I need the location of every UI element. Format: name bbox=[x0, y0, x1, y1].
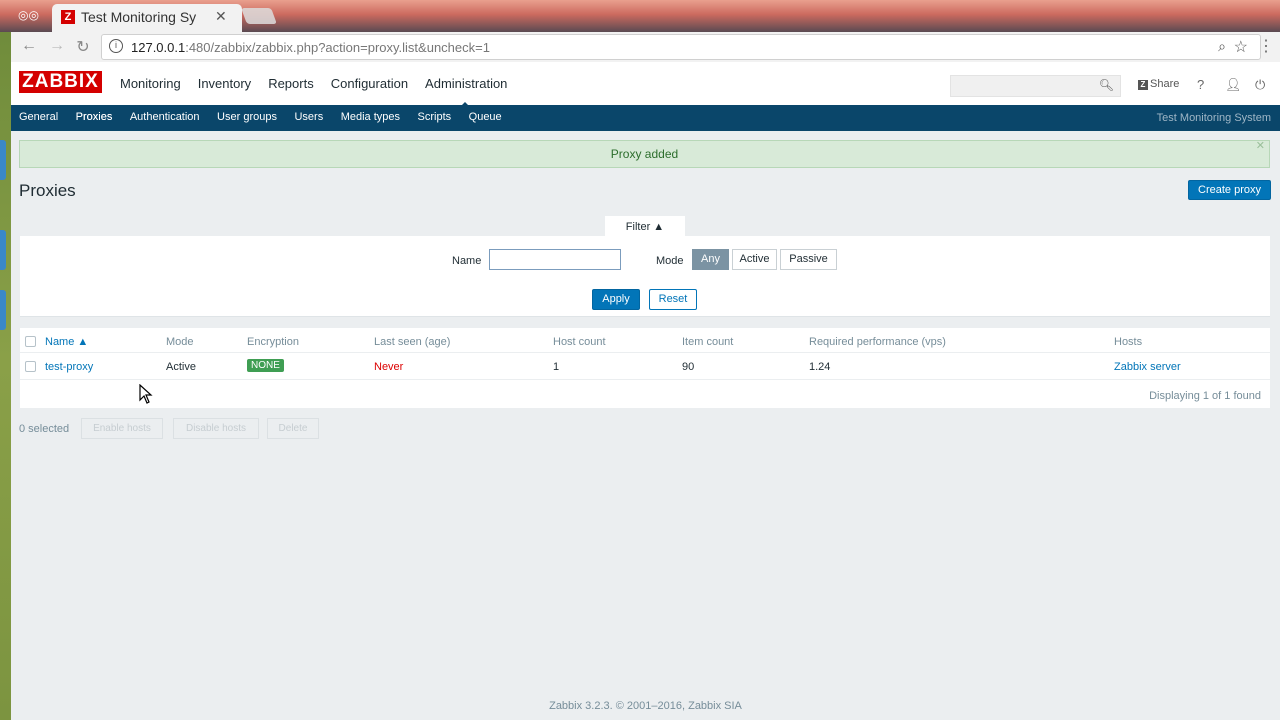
row-checkbox[interactable] bbox=[25, 361, 36, 372]
browser-tabbar: ◎◎ Z Test Monitoring Sy ✕ bbox=[0, 0, 1280, 32]
subnav-scripts[interactable]: Scripts bbox=[418, 111, 452, 123]
url-host: 127.0.0.1 bbox=[131, 40, 186, 55]
mode-active-button[interactable]: Active bbox=[732, 249, 777, 270]
column-header-host-count: Host count bbox=[553, 336, 606, 348]
enable-hosts-button[interactable]: Enable hosts bbox=[81, 418, 163, 439]
browser-tab[interactable]: Z Test Monitoring Sy ✕ bbox=[52, 4, 242, 32]
nav-inventory[interactable]: Inventory bbox=[198, 76, 251, 91]
launcher-item[interactable] bbox=[0, 230, 6, 270]
subnav-authentication[interactable]: Authentication bbox=[130, 111, 200, 123]
row-divider bbox=[20, 379, 1270, 380]
forward-icon[interactable]: → bbox=[47, 37, 67, 55]
share-link[interactable]: Z Share bbox=[1138, 78, 1179, 90]
delete-button[interactable]: Delete bbox=[267, 418, 319, 439]
encryption-badge-text: NONE bbox=[247, 359, 284, 372]
sub-nav: General Proxies Authentication User grou… bbox=[11, 105, 1280, 131]
proxy-name-link[interactable]: test-proxy bbox=[45, 361, 93, 373]
success-message-text: Proxy added bbox=[610, 147, 679, 161]
server-name: Test Monitoring System bbox=[1156, 112, 1271, 124]
filter-panel: Name Mode Any Active Passive Apply Reset bbox=[20, 236, 1270, 317]
select-all-checkbox[interactable] bbox=[25, 336, 36, 347]
zabbix-logo[interactable]: ZABBIX bbox=[19, 71, 102, 93]
mode-any-button[interactable]: Any bbox=[692, 249, 729, 270]
zabbix-page: ZABBIX Monitoring Inventory Reports Conf… bbox=[11, 62, 1280, 720]
filter-mode-label: Mode bbox=[656, 255, 684, 267]
column-header-encryption: Encryption bbox=[247, 336, 299, 348]
page-title: Proxies bbox=[19, 181, 76, 200]
encryption-badge: NONE bbox=[247, 359, 284, 372]
proxy-mode: Active bbox=[166, 361, 196, 373]
footer-company-link[interactable]: Zabbix SIA bbox=[688, 700, 742, 712]
host-count: 1 bbox=[553, 361, 560, 373]
subnav-users[interactable]: Users bbox=[294, 111, 323, 123]
mode-passive-button[interactable]: Passive bbox=[780, 249, 837, 270]
mouse-cursor-icon bbox=[139, 384, 153, 404]
browser-menu-icon[interactable]: ⋮ bbox=[1258, 36, 1274, 56]
proxies-table: Name ▲ Mode Encryption Last seen (age) H… bbox=[20, 328, 1270, 408]
desktop-launcher bbox=[0, 0, 11, 720]
zoom-icon[interactable]: ⌕ bbox=[1218, 38, 1226, 55]
required-performance: 1.24 bbox=[809, 361, 831, 373]
close-message-icon[interactable]: ✕ bbox=[1256, 133, 1265, 159]
pagination-summary: Displaying 1 of 1 found bbox=[1149, 390, 1261, 402]
nav-reports[interactable]: Reports bbox=[268, 76, 314, 91]
header-divider bbox=[20, 352, 1270, 353]
column-header-required-performance: Required performance (vps) bbox=[809, 336, 946, 348]
column-header-name[interactable]: Name ▲ bbox=[45, 336, 88, 348]
address-bar[interactable]: i 127.0.0.1:480/zabbix/zabbix.php?action… bbox=[101, 34, 1261, 60]
main-nav: Monitoring Inventory Reports Configurati… bbox=[120, 76, 524, 108]
last-seen: Never bbox=[374, 361, 404, 373]
create-proxy-button[interactable]: Create proxy bbox=[1188, 180, 1271, 200]
filter-toggle[interactable]: Filter ▲ bbox=[605, 216, 685, 238]
footer-text: Zabbix 3.2.3. © 2001–2016, bbox=[549, 700, 686, 712]
filter-name-label: Name bbox=[452, 255, 482, 267]
footer: Zabbix 3.2.3. © 2001–2016, Zabbix SIA bbox=[11, 700, 1280, 712]
url-path: :480/zabbix/zabbix.php?action=proxy.list… bbox=[185, 40, 490, 55]
nav-configuration[interactable]: Configuration bbox=[331, 76, 408, 91]
url-text: 127.0.0.1:480/zabbix/zabbix.php?action=p… bbox=[131, 40, 490, 55]
success-message: Proxy added ✕ bbox=[19, 140, 1270, 168]
reload-icon[interactable]: ↻ bbox=[73, 37, 93, 57]
launcher-item[interactable] bbox=[0, 140, 6, 180]
column-header-item-count: Item count bbox=[682, 336, 734, 348]
subnav-queue[interactable]: Queue bbox=[469, 111, 502, 123]
subnav-proxies[interactable]: Proxies bbox=[76, 111, 113, 123]
share-icon: Z bbox=[1138, 80, 1148, 90]
nav-monitoring[interactable]: Monitoring bbox=[120, 76, 181, 91]
browser-tab-title: Test Monitoring Sy bbox=[81, 9, 197, 25]
reset-button[interactable]: Reset bbox=[649, 289, 697, 310]
browser-toolbar: ← → ↻ i 127.0.0.1:480/zabbix/zabbix.php?… bbox=[11, 32, 1280, 62]
zabbix-favicon-icon: Z bbox=[61, 10, 75, 24]
logout-icon[interactable]: ⏻ bbox=[1255, 77, 1265, 93]
search-icon[interactable]: 🔍︎ bbox=[1099, 78, 1114, 92]
launcher-item[interactable] bbox=[0, 290, 6, 330]
info-icon[interactable]: i bbox=[109, 39, 123, 53]
subnav-general[interactable]: General bbox=[19, 111, 58, 123]
close-tab-icon[interactable]: ✕ bbox=[215, 8, 227, 25]
incognito-icon: ◎◎ bbox=[18, 8, 39, 22]
new-tab-button[interactable] bbox=[241, 8, 277, 24]
help-icon[interactable]: ? bbox=[1197, 77, 1204, 92]
column-header-hosts: Hosts bbox=[1114, 336, 1143, 348]
bookmark-star-icon[interactable]: ☆ bbox=[1234, 37, 1248, 57]
nav-administration[interactable]: Administration bbox=[425, 76, 507, 108]
global-search-input[interactable]: 🔍︎ bbox=[950, 75, 1121, 97]
subnav-media-types[interactable]: Media types bbox=[341, 111, 400, 123]
back-icon[interactable]: ← bbox=[19, 37, 39, 55]
item-count: 90 bbox=[682, 361, 695, 373]
host-link[interactable]: Zabbix server bbox=[1114, 361, 1181, 373]
selected-count: 0 selected bbox=[19, 423, 70, 435]
share-label: Share bbox=[1150, 78, 1180, 90]
apply-button[interactable]: Apply bbox=[592, 289, 640, 310]
column-header-last-seen: Last seen (age) bbox=[374, 336, 451, 348]
subnav-user-groups[interactable]: User groups bbox=[217, 111, 277, 123]
user-profile-icon[interactable]: 👤︎ bbox=[1225, 77, 1242, 93]
filter-name-input[interactable] bbox=[489, 249, 621, 270]
column-header-mode: Mode bbox=[166, 336, 194, 348]
disable-hosts-button[interactable]: Disable hosts bbox=[173, 418, 259, 439]
top-header: ZABBIX Monitoring Inventory Reports Conf… bbox=[11, 62, 1280, 108]
